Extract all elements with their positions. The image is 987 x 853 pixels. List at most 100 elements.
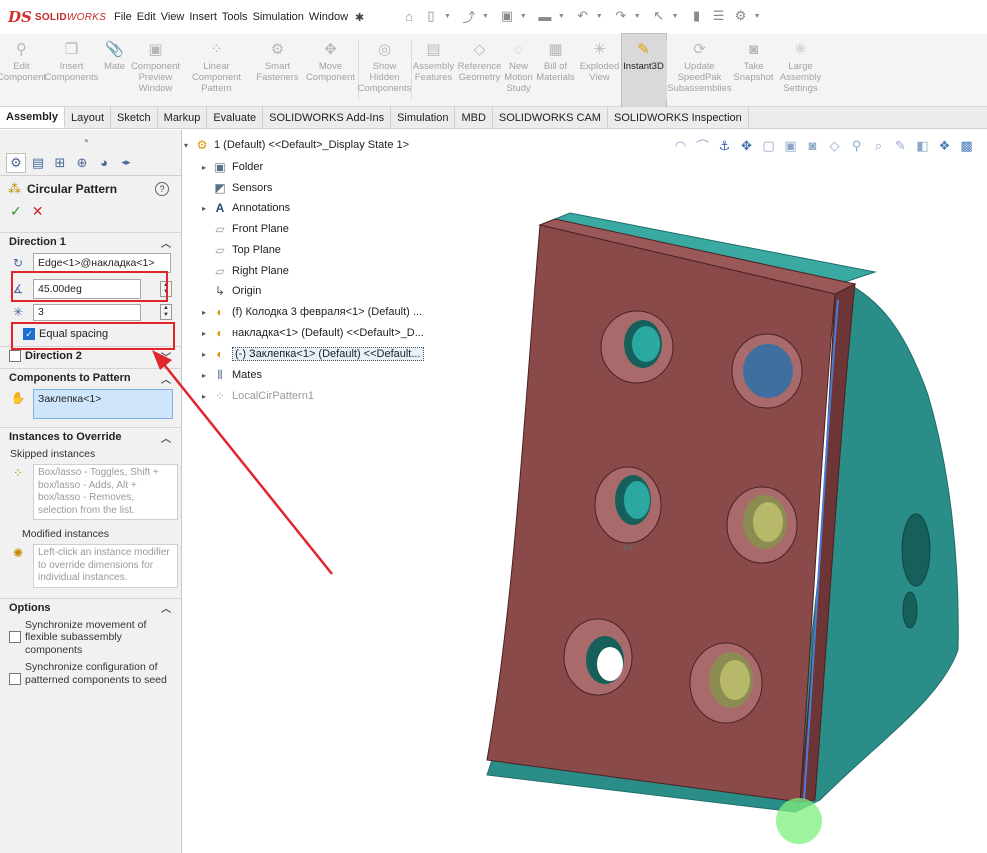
property-manager-tab-icon[interactable]: ▤ bbox=[28, 153, 48, 173]
redo-dropdown-icon[interactable]: ▼ bbox=[634, 13, 641, 20]
curve-icon[interactable]: ⌒ bbox=[694, 137, 711, 154]
options-dropdown-icon[interactable]: ▼ bbox=[754, 13, 761, 20]
undo-icon[interactable]: ↶ bbox=[574, 7, 592, 25]
modify-instances-icon[interactable]: ✺ bbox=[9, 544, 27, 562]
smart-fasteners-button[interactable]: ⚙ Smart Fasteners bbox=[252, 34, 304, 107]
expand-arrow-icon[interactable]: ▸ bbox=[202, 392, 212, 401]
tab-layout[interactable]: Layout bbox=[64, 107, 112, 128]
display-style-icon[interactable]: ❖ bbox=[936, 137, 953, 154]
expand-chevron-icon[interactable]: ﹀ bbox=[161, 349, 171, 364]
open-icon[interactable]: ⤴ bbox=[460, 7, 478, 25]
skipped-instances-list[interactable]: Box/lasso - Toggles, Shift + box/lasso -… bbox=[33, 464, 178, 520]
diamond-icon[interactable]: ◇ bbox=[826, 137, 843, 154]
expand-arrow-icon[interactable]: ▸ bbox=[202, 204, 212, 213]
collapse-arrow-icon[interactable]: ▾ bbox=[184, 141, 194, 150]
zoom-icon[interactable]: ⚲ bbox=[848, 137, 865, 154]
tab-solidworks-add-ins[interactable]: SOLIDWORKS Add-Ins bbox=[263, 107, 392, 128]
home-icon[interactable]: ⌂ bbox=[400, 7, 418, 25]
menu-view[interactable]: View bbox=[161, 11, 185, 23]
expand-arrow-icon[interactable]: ▸ bbox=[202, 308, 212, 317]
component-preview-button[interactable]: ▣ Component Preview Window bbox=[130, 34, 182, 107]
dimxpert-tab-icon[interactable]: ⊕ bbox=[72, 153, 92, 173]
instant3d-button[interactable]: ✎ Instant3D bbox=[621, 33, 667, 108]
options-gear-icon[interactable]: ⚙ bbox=[732, 7, 750, 25]
tree-item-folder[interactable]: ▸ ▣ Folder bbox=[202, 158, 263, 176]
show-hidden-button[interactable]: ◎ Show Hidden Components bbox=[358, 34, 412, 107]
tree-item-origin[interactable]: ↳ Origin bbox=[202, 282, 261, 300]
tree-item-kolodka[interactable]: ▸ ◐ (f) Колодка 3 февраля<1> (Default) .… bbox=[202, 303, 422, 321]
print-icon[interactable]: ▬ bbox=[536, 7, 554, 25]
linear-pattern-button[interactable]: ⁘ Linear Component Pattern bbox=[182, 34, 252, 107]
instances-input[interactable]: 3 bbox=[33, 303, 141, 321]
sync-movement-checkbox[interactable] bbox=[9, 630, 21, 643]
tab-simulation[interactable]: Simulation bbox=[391, 107, 456, 128]
tab-mbd[interactable]: MBD bbox=[455, 107, 493, 128]
speedpak-button[interactable]: ⟳ Update SpeedPak Subassemblies bbox=[667, 34, 733, 107]
brush-icon[interactable]: ✎ bbox=[892, 137, 909, 154]
tree-item-right-plane[interactable]: ▱ Right Plane bbox=[202, 262, 289, 280]
rebuild-icon[interactable]: ▮ bbox=[688, 7, 706, 25]
instances-override-header[interactable]: Instances to Override ︿ bbox=[0, 427, 181, 446]
print-dropdown-icon[interactable]: ▼ bbox=[558, 13, 565, 20]
display-manager-tab-icon[interactable]: ◕ bbox=[94, 153, 114, 173]
reference-geometry-button[interactable]: ◇ Reference Geometry bbox=[456, 34, 504, 107]
zoom-area-icon[interactable]: ⌕ bbox=[870, 137, 887, 154]
collapse-chevron-icon[interactable]: ︿ bbox=[161, 235, 171, 250]
panel-grip-icon[interactable]: ● bbox=[84, 136, 89, 145]
configuration-manager-tab-icon[interactable]: ⊞ bbox=[50, 153, 70, 173]
menu-file[interactable]: File bbox=[114, 11, 132, 23]
hide-show-icon[interactable]: ▩ bbox=[958, 137, 975, 154]
open-dropdown-icon[interactable]: ▼ bbox=[482, 13, 489, 20]
menu-edit[interactable]: Edit bbox=[137, 11, 156, 23]
undo-dropdown-icon[interactable]: ▼ bbox=[596, 13, 603, 20]
tab-solidworks-cam[interactable]: SOLIDWORKS CAM bbox=[492, 107, 608, 128]
select-dropdown-icon[interactable]: ▼ bbox=[672, 13, 679, 20]
tree-item-zaklepka[interactable]: ▸ ◐ (-) Заклепка<1> (Default) <<Default.… bbox=[202, 345, 424, 363]
tab-assembly[interactable]: Assembly bbox=[0, 107, 65, 128]
redo-icon[interactable]: ↷ bbox=[612, 7, 630, 25]
motion-study-button[interactable]: ◌ New Motion Study bbox=[504, 34, 534, 107]
tree-item-nakladka[interactable]: ▸ ◐ накладка<1> (Default) <<Default>_D..… bbox=[202, 324, 424, 342]
tree-item-localcirpattern[interactable]: ▸ ⁘ LocalCirPattern1 bbox=[202, 387, 314, 405]
tab-solidworks-inspection[interactable]: SOLIDWORKS Inspection bbox=[607, 107, 749, 128]
pin-menu-icon[interactable]: ✱ bbox=[355, 11, 364, 24]
more-tabs-icon[interactable]: ◂▸ bbox=[116, 153, 136, 173]
menu-insert[interactable]: Insert bbox=[189, 11, 217, 23]
new-dropdown-icon[interactable]: ▼ bbox=[444, 13, 451, 20]
tree-item-front-plane[interactable]: ▱ Front Plane bbox=[202, 220, 289, 238]
arc-icon[interactable]: ◠ bbox=[672, 137, 689, 154]
sync-config-checkbox[interactable] bbox=[9, 673, 21, 685]
collapse-chevron-icon[interactable]: ︿ bbox=[161, 600, 171, 615]
move-icon[interactable]: ✥ bbox=[738, 137, 755, 154]
tree-item-mates[interactable]: ▸ ⫴ Mates bbox=[202, 366, 262, 384]
tree-root[interactable]: ▾ ⚙ 1 (Default) <<Default>_Display State… bbox=[184, 136, 409, 154]
ok-button[interactable]: ✓ bbox=[10, 203, 22, 220]
reverse-direction-icon[interactable]: ↻ bbox=[9, 254, 27, 272]
expand-arrow-icon[interactable]: ▸ bbox=[202, 371, 212, 380]
collapse-chevron-icon[interactable]: ︿ bbox=[161, 371, 171, 386]
insert-components-button[interactable]: ❐ Insert Components bbox=[44, 34, 100, 107]
expand-arrow-icon[interactable]: ▸ bbox=[202, 350, 212, 359]
sync-movement-option[interactable]: Synchronize movement of flexible subasse… bbox=[0, 619, 181, 657]
assembly-features-button[interactable]: ▤ Assembly Features bbox=[412, 34, 456, 107]
instances-spinner[interactable]: ▲ ▼ bbox=[160, 304, 172, 320]
new-document-icon[interactable]: ▯ bbox=[422, 7, 440, 25]
tab-sketch[interactable]: Sketch bbox=[111, 107, 158, 128]
pattern-axis-field[interactable]: Edge<1>@накладка<1> bbox=[33, 253, 171, 273]
components-list[interactable]: Заклепка<1> bbox=[33, 389, 173, 419]
menu-tools[interactable]: Tools bbox=[222, 11, 248, 23]
section-icon[interactable]: ◧ bbox=[914, 137, 931, 154]
anchor-icon[interactable]: ⚓ bbox=[716, 137, 733, 154]
direction1-header[interactable]: Direction 1 ︿ bbox=[0, 232, 181, 251]
cancel-button[interactable]: ✕ bbox=[32, 203, 44, 220]
options-header[interactable]: Options ︿ bbox=[0, 597, 181, 617]
bom-button[interactable]: ▦ Bill of Materials bbox=[534, 34, 578, 107]
tree-item-top-plane[interactable]: ▱ Top Plane bbox=[202, 241, 281, 259]
feature-manager-tab-icon[interactable]: ⚙ bbox=[6, 152, 26, 173]
components-header[interactable]: Components to Pattern ︿ bbox=[0, 368, 181, 387]
save-icon[interactable]: ▣ bbox=[498, 7, 516, 25]
mate-button[interactable]: 📎 Mate bbox=[100, 34, 130, 107]
expand-arrow-icon[interactable]: ▸ bbox=[202, 329, 212, 338]
edit-component-button[interactable]: ⚲ Edit Component bbox=[0, 34, 46, 107]
sync-config-option[interactable]: Synchronize configuration of patterned c… bbox=[0, 661, 181, 686]
